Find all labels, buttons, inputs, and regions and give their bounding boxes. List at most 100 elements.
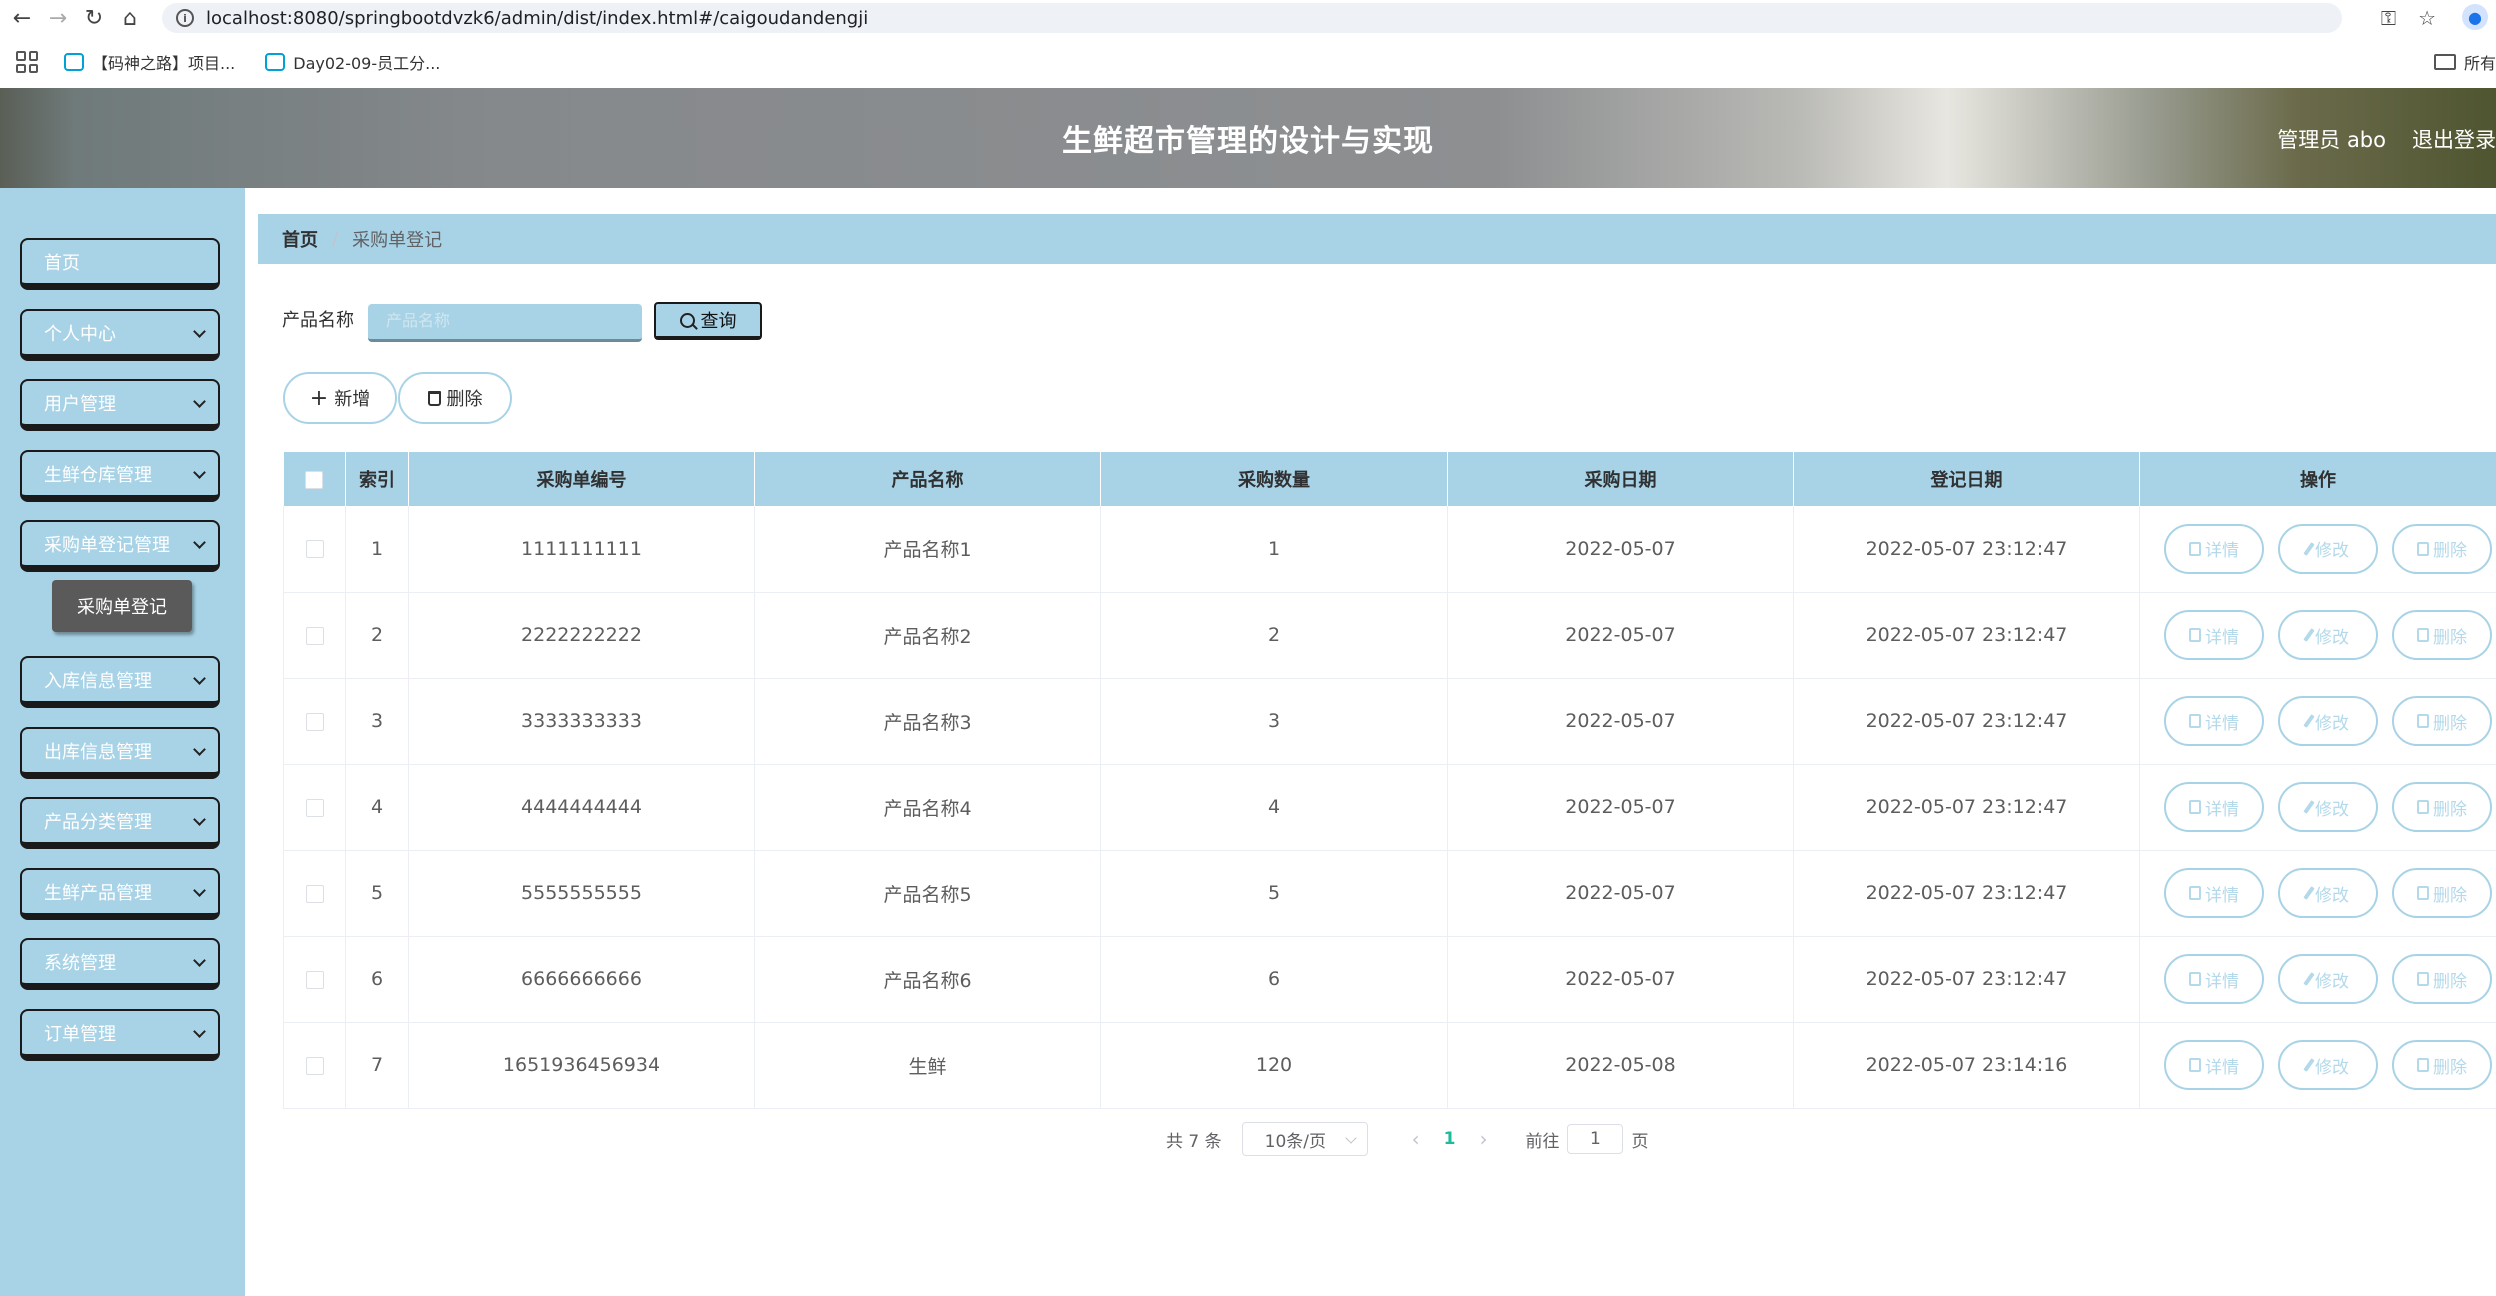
forward-arrow-icon[interactable]: → bbox=[40, 0, 76, 36]
sidebar-item-orders[interactable]: 订单管理 bbox=[20, 1009, 220, 1061]
breadcrumb: 首页 / 采购单登记 bbox=[258, 214, 2496, 264]
row-delete-button[interactable]: 删除 bbox=[2392, 610, 2492, 660]
sidebar-item-outbound[interactable]: 出库信息管理 bbox=[20, 727, 220, 779]
row-delete-button[interactable]: 删除 bbox=[2392, 523, 2492, 574]
table-row: 7 1651936456934 生鲜 120 2022-05-08 2022-05-07 … bbox=[283, 1022, 2496, 1108]
row-checkbox[interactable] bbox=[305, 884, 324, 903]
document-icon bbox=[2189, 1058, 2201, 1072]
row-delete-button[interactable]: 删除 bbox=[2392, 782, 2492, 832]
back-arrow-icon[interactable]: ← bbox=[4, 0, 40, 36]
sidebar-item-label: 入库信息管理 bbox=[44, 670, 152, 692]
edit-button[interactable]: 修改 bbox=[2278, 1040, 2378, 1090]
detail-label: 详情 bbox=[2205, 1057, 2239, 1078]
product-name-search-input[interactable] bbox=[368, 304, 642, 342]
trash-icon bbox=[2417, 972, 2429, 986]
next-page-icon[interactable]: › bbox=[1479, 1127, 1487, 1151]
detail-button[interactable]: 详情 bbox=[2164, 610, 2264, 660]
edit-label: 修改 bbox=[2315, 885, 2349, 906]
bookmark-star-icon[interactable]: ☆ bbox=[2418, 6, 2436, 30]
row-checkbox[interactable] bbox=[305, 1056, 324, 1075]
edit-button[interactable]: 修改 bbox=[2278, 523, 2378, 574]
index-cell: 1 bbox=[345, 506, 409, 592]
row-checkbox[interactable] bbox=[305, 798, 324, 817]
row-delete-button[interactable]: 删除 bbox=[2392, 954, 2492, 1004]
delete-button[interactable]: 删除 bbox=[398, 372, 512, 424]
purchase-table: 索引 采购单编号 产品名称 采购数量 采购日期 登记日期 操作 1 1111111… bbox=[283, 452, 2496, 1109]
edit-button[interactable]: 修改 bbox=[2278, 610, 2378, 660]
bookmark-item-1[interactable]: 【码神之路】项目... bbox=[64, 50, 235, 74]
edit-button[interactable]: 修改 bbox=[2278, 782, 2378, 832]
row-checkbox[interactable] bbox=[305, 970, 324, 989]
detail-button[interactable]: 详情 bbox=[2164, 868, 2264, 918]
index-cell: 3 bbox=[345, 678, 409, 764]
goto-page-input[interactable]: 1 bbox=[1567, 1124, 1624, 1154]
sidebar-item-label: 生鲜仓库管理 bbox=[44, 464, 152, 486]
sidebar-item-inbound[interactable]: 入库信息管理 bbox=[20, 656, 220, 708]
sidebar-item-purchase-registration[interactable]: 采购单登记管理 bbox=[20, 520, 220, 572]
prev-page-icon[interactable]: ‹ bbox=[1412, 1127, 1420, 1151]
add-button[interactable]: + 新增 bbox=[283, 372, 397, 424]
site-info-icon[interactable]: i bbox=[176, 9, 194, 27]
document-icon bbox=[2189, 886, 2201, 900]
row-delete-button[interactable]: 删除 bbox=[2392, 696, 2492, 746]
row-select-cell bbox=[283, 764, 346, 850]
row-checkbox[interactable] bbox=[305, 626, 324, 645]
home-icon[interactable]: ⌂ bbox=[112, 0, 148, 36]
apps-grid-icon[interactable] bbox=[16, 51, 38, 73]
operations-cell: 详情 修改 删除 bbox=[2139, 1022, 2496, 1108]
detail-button[interactable]: 详情 bbox=[2164, 523, 2264, 574]
sidebar-item-system[interactable]: 系统管理 bbox=[20, 938, 220, 990]
sidebar-subitem-label: 采购单登记 bbox=[77, 597, 167, 618]
plus-icon: + bbox=[309, 385, 329, 411]
address-bar[interactable]: i localhost:8080/springbootdvzk6/admin/d… bbox=[162, 3, 2342, 33]
sidebar-item-fresh-products[interactable]: 生鲜产品管理 bbox=[20, 868, 220, 920]
edit-button[interactable]: 修改 bbox=[2278, 868, 2378, 918]
goto-label: 前往 bbox=[1525, 1131, 1560, 1152]
column-header: 产品名称 bbox=[754, 452, 1101, 506]
sidebar-item-home[interactable]: 首页 bbox=[20, 238, 220, 290]
sidebar-subitem-purchase-registration[interactable]: 采购单登记 bbox=[52, 580, 192, 632]
password-key-icon[interactable]: ⚿ bbox=[2381, 6, 2396, 30]
product-name-cell: 生鲜 bbox=[754, 1022, 1101, 1108]
register-date-cell: 2022-05-07 23:12:47 bbox=[1793, 936, 2140, 1022]
breadcrumb-home[interactable]: 首页 bbox=[282, 226, 318, 252]
edit-label: 修改 bbox=[2315, 1057, 2349, 1078]
browser-toolbar: ← → ↻ ⌂ i localhost:8080/springbootdvzk6… bbox=[0, 0, 2496, 36]
bookmark-item-2[interactable]: Day02-09-员工分... bbox=[265, 50, 440, 74]
detail-button[interactable]: 详情 bbox=[2164, 1040, 2264, 1090]
detail-button[interactable]: 详情 bbox=[2164, 954, 2264, 1004]
purchase-date-cell: 2022-05-07 bbox=[1447, 592, 1794, 678]
row-delete-button[interactable]: 删除 bbox=[2392, 868, 2492, 918]
register-date-cell: 2022-05-07 23:12:47 bbox=[1793, 506, 2140, 592]
sidebar: 首页 个人中心 用户管理 生鲜仓库管理 采购单登记管理 采购单登记 入库信息管理… bbox=[0, 188, 245, 1296]
row-checkbox[interactable] bbox=[305, 712, 324, 731]
sidebar-item-warehouse[interactable]: 生鲜仓库管理 bbox=[20, 450, 220, 502]
select-all-checkbox[interactable] bbox=[305, 470, 324, 489]
page-size-select[interactable]: 10条/页 bbox=[1241, 1122, 1368, 1156]
profile-avatar-icon[interactable]: ● bbox=[2462, 4, 2488, 30]
pencil-icon bbox=[2303, 1058, 2315, 1072]
row-select-cell bbox=[283, 678, 346, 764]
page-number[interactable]: 1 bbox=[1444, 1129, 1456, 1149]
search-button[interactable]: 查询 bbox=[654, 302, 762, 340]
row-select-cell bbox=[283, 1022, 346, 1108]
reload-icon[interactable]: ↻ bbox=[76, 0, 112, 36]
bookmark-label: Day02-09-员工分... bbox=[293, 54, 441, 73]
sidebar-item-users[interactable]: 用户管理 bbox=[20, 379, 220, 431]
register-date-cell: 2022-05-07 23:12:47 bbox=[1793, 592, 2140, 678]
current-user: 管理员 abo bbox=[2277, 128, 2386, 152]
sidebar-item-product-category[interactable]: 产品分类管理 bbox=[20, 797, 220, 849]
edit-button[interactable]: 修改 bbox=[2278, 696, 2378, 746]
sidebar-item-personal-center[interactable]: 个人中心 bbox=[20, 309, 220, 361]
edit-label: 修改 bbox=[2315, 971, 2349, 992]
register-date-cell: 2022-05-07 23:12:47 bbox=[1793, 678, 2140, 764]
row-delete-button[interactable]: 删除 bbox=[2392, 1040, 2492, 1090]
product-name-cell: 产品名称1 bbox=[754, 506, 1101, 592]
sidebar-item-label: 个人中心 bbox=[44, 323, 116, 345]
row-checkbox[interactable] bbox=[305, 540, 324, 559]
edit-button[interactable]: 修改 bbox=[2278, 954, 2378, 1004]
all-bookmarks-folder[interactable]: 所有 bbox=[2433, 50, 2496, 74]
logout-link[interactable]: 退出登录 bbox=[2412, 124, 2496, 154]
detail-button[interactable]: 详情 bbox=[2164, 696, 2264, 746]
detail-button[interactable]: 详情 bbox=[2164, 782, 2264, 832]
